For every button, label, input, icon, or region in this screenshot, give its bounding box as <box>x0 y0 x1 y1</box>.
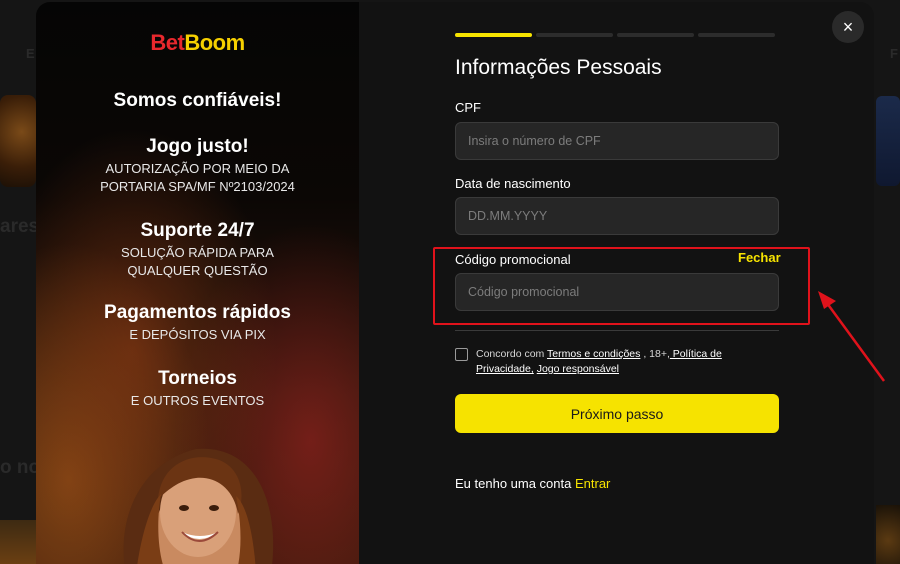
promo-title: Suporte 24/7 <box>140 220 255 241</box>
bg-bottom-fragment-left: o no <box>0 457 41 478</box>
annotation-arrow-icon <box>818 291 886 382</box>
close-button[interactable]: × <box>832 11 864 43</box>
bg-heading-fragment-left: ares <box>0 216 40 237</box>
promo-title: Torneios <box>158 368 237 389</box>
login-link[interactable]: Entrar <box>575 476 610 491</box>
promo-code-input[interactable] <box>455 273 779 311</box>
progress-step-4 <box>698 33 775 37</box>
promo-subtitle: SOLUÇÃO RÁPIDA PARA QUALQUER QUESTÃO <box>121 245 274 278</box>
promo-code-label: Código promocional <box>455 252 571 267</box>
promo-woman-image <box>123 448 274 564</box>
bg-game-card-left <box>0 95 36 187</box>
promo-title: Jogo justo! <box>146 136 249 157</box>
progress-step-2 <box>536 33 613 37</box>
terms-text: Concordo com Termos e condições , 18+, P… <box>476 347 781 377</box>
terms-checkbox[interactable] <box>455 348 468 361</box>
login-prompt: Eu tenho uma conta Entrar <box>455 476 610 491</box>
bg-nav-fragment-right: F <box>890 46 898 61</box>
terms-link[interactable]: Termos e condições <box>547 348 640 360</box>
progress-step-3 <box>617 33 694 37</box>
cpf-input[interactable] <box>455 122 779 160</box>
promo-subtitle: E DEPÓSITOS VIA PIX <box>129 327 266 342</box>
divider <box>455 330 779 331</box>
bg-banner-left <box>0 520 36 564</box>
promo-item-trust: Somos confiáveis! <box>36 90 359 112</box>
bg-game-card-right <box>876 96 900 186</box>
cpf-label: CPF <box>455 100 481 115</box>
promo-title: Somos confiáveis! <box>113 90 282 111</box>
betboom-logo: BetBoom <box>36 30 359 56</box>
logo-boom: Boom <box>184 30 245 55</box>
progress-steps <box>455 33 775 37</box>
promo-item-payments: Pagamentos rápidos E DEPÓSITOS VIA PIX <box>36 302 359 344</box>
responsible-gaming-link[interactable]: Jogo responsável <box>537 363 619 375</box>
birth-date-label: Data de nascimento <box>455 176 571 191</box>
promo-subtitle: AUTORIZAÇÃO POR MEIO DA PORTARIA SPA/MF … <box>100 161 295 194</box>
form-panel: × Informações Pessoais CPF Data de nasci… <box>359 2 874 564</box>
login-prompt-text: Eu tenho uma conta <box>455 476 575 491</box>
terms-prefix: Concordo com <box>476 348 548 360</box>
promo-panel: BetBoom Somos confiáveis! Jogo justo! AU… <box>36 2 359 564</box>
bg-nav-fragment-left: E <box>26 46 35 61</box>
promo-code-close-link[interactable]: Fechar <box>738 250 781 265</box>
promo-title: Pagamentos rápidos <box>104 302 291 323</box>
form-title: Informações Pessoais <box>455 56 662 79</box>
close-icon: × <box>842 17 854 37</box>
birth-date-input[interactable] <box>455 197 779 235</box>
logo-bet: Bet <box>150 30 185 55</box>
terms-middle: , 18+, <box>640 348 670 360</box>
next-step-button[interactable]: Próximo passo <box>455 394 779 433</box>
bg-banner-right <box>876 505 900 564</box>
promo-item-support: Suporte 24/7 SOLUÇÃO RÁPIDA PARA QUALQUE… <box>36 220 359 280</box>
promo-item-fair-play: Jogo justo! AUTORIZAÇÃO POR MEIO DA PORT… <box>36 136 359 196</box>
registration-modal: BetBoom Somos confiáveis! Jogo justo! AU… <box>36 2 874 564</box>
progress-step-1 <box>455 33 532 37</box>
